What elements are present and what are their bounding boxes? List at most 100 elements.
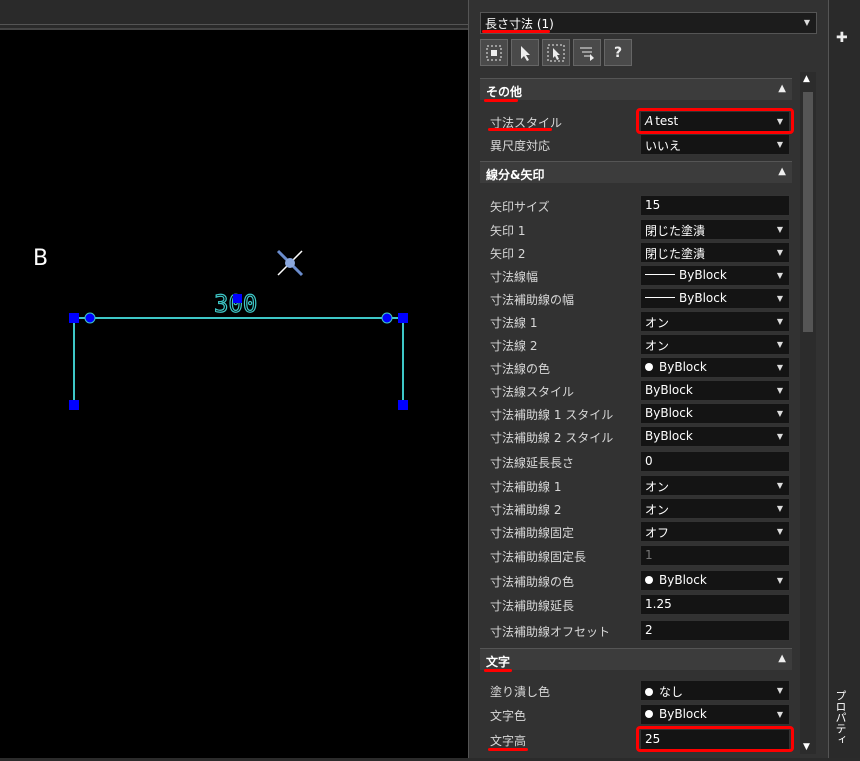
prop-value: 1: [645, 548, 653, 562]
grip-top-left[interactable]: [69, 313, 79, 323]
prop-row-ext-color[interactable]: 寸法補助線の色 ByBlock ▼: [480, 569, 792, 592]
prop-label: 寸法補助線の幅: [490, 293, 575, 307]
section-header-lines[interactable]: 線分&矢印 ▲: [480, 161, 792, 183]
grip-bottom-right[interactable]: [398, 400, 408, 410]
ext-line1-select[interactable]: オン ▼: [640, 475, 790, 496]
app-window: B 300 長さ寸法 (1) ▼ ? ▲ ▼ その他 ▲ 寸法スタイル A te…: [0, 0, 860, 758]
prop-row-ext-line2-style[interactable]: 寸法補助線 2 スタイル ByBlock ▼: [480, 425, 792, 448]
prop-row-arrow-size[interactable]: 矢印サイズ 15: [480, 194, 792, 217]
quick-select-button[interactable]: [480, 39, 508, 66]
dim-line-style-select[interactable]: ByBlock ▼: [640, 380, 790, 401]
drawing-canvas[interactable]: B 300: [0, 30, 468, 758]
prop-label: 文字色: [490, 709, 527, 723]
ext-fixed-select[interactable]: オフ ▼: [640, 521, 790, 542]
pin-icon[interactable]: ✚: [836, 30, 848, 46]
dim-line2-select[interactable]: オン ▼: [640, 334, 790, 355]
prop-row-text-color[interactable]: 文字色 ByBlock ▼: [480, 703, 792, 726]
properties-tab[interactable]: プロパティ: [832, 690, 848, 745]
cursor-arrow-icon: [521, 45, 530, 61]
prop-row-ext-line-weight[interactable]: 寸法補助線の幅 ByBlock ▼: [480, 287, 792, 310]
selection-label: 長さ寸法 (1): [485, 17, 554, 31]
arrow-grip-left[interactable]: [84, 312, 96, 324]
ext-line2-select[interactable]: オン ▼: [640, 498, 790, 519]
prop-value: ByBlock: [679, 291, 727, 305]
fill-color-select[interactable]: なし ▼: [640, 680, 790, 701]
ext-extension-input[interactable]: 1.25: [640, 594, 790, 615]
color-swatch-icon: [645, 363, 653, 371]
prop-value: ByBlock: [645, 383, 693, 397]
section-header-text[interactable]: 文字 ▲: [480, 648, 792, 670]
filter-icon: [580, 47, 594, 61]
prop-row-dim-line-style[interactable]: 寸法線スタイル ByBlock ▼: [480, 379, 792, 402]
chevron-down-icon: ▼: [776, 225, 783, 234]
text-color-select[interactable]: ByBlock ▼: [640, 704, 790, 725]
prop-row-arrow2[interactable]: 矢印 2 閉じた塗潰 ▼: [480, 241, 792, 264]
prop-row-dim-line1[interactable]: 寸法線 1 オン ▼: [480, 310, 792, 333]
prop-row-arrow1[interactable]: 矢印 1 閉じた塗潰 ▼: [480, 218, 792, 241]
ext-line1-style-select[interactable]: ByBlock ▼: [640, 403, 790, 424]
prop-label: 寸法補助線固定長: [490, 550, 587, 564]
prop-row-annotative[interactable]: 異尺度対応 いいえ ▼: [480, 133, 792, 156]
prop-label: 寸法補助線オフセット: [490, 625, 611, 639]
ext-color-select[interactable]: ByBlock ▼: [640, 570, 790, 591]
prop-label: 寸法線 1: [490, 316, 538, 330]
chevron-down-icon: ▼: [776, 686, 783, 695]
prop-row-ext-fixed[interactable]: 寸法補助線固定 オフ ▼: [480, 520, 792, 543]
prop-label: 寸法補助線の色: [490, 575, 575, 589]
ext-line2-style-select[interactable]: ByBlock ▼: [640, 426, 790, 447]
panel-scrollbar[interactable]: ▲ ▼: [800, 72, 816, 754]
arrow2-select[interactable]: 閉じた塗潰 ▼: [640, 242, 790, 263]
chevron-down-icon: ▼: [776, 271, 783, 280]
section-header-other[interactable]: その他 ▲: [480, 78, 792, 100]
prop-value: ByBlock: [645, 429, 693, 443]
grip-top-right[interactable]: [398, 313, 408, 323]
ext-line-weight-select[interactable]: ByBlock ▼: [640, 288, 790, 309]
prop-row-fill-color[interactable]: 塗り潰し色 なし ▼: [480, 679, 792, 702]
prop-row-ext-line1-style[interactable]: 寸法補助線 1 スタイル ByBlock ▼: [480, 402, 792, 425]
color-swatch-icon: [645, 688, 653, 696]
chevron-down-icon: ▼: [776, 363, 783, 372]
prop-value: なし: [659, 685, 684, 699]
chevron-down-icon: ▼: [776, 317, 783, 326]
annotative-select[interactable]: いいえ ▼: [640, 134, 790, 155]
prop-row-ext-fixed-len[interactable]: 寸法補助線固定長 1: [480, 544, 792, 567]
prop-row-dim-line-color[interactable]: 寸法線の色 ByBlock ▼: [480, 356, 792, 379]
text-grip[interactable]: [233, 294, 242, 303]
scrollbar-thumb[interactable]: [803, 92, 813, 332]
prop-row-ext-extension[interactable]: 寸法補助線延長 1.25: [480, 593, 792, 616]
dim-line1-select[interactable]: オン ▼: [640, 311, 790, 332]
prop-row-ext-offset[interactable]: 寸法補助線オフセット 2: [480, 619, 792, 642]
select-objects-button[interactable]: [511, 39, 539, 66]
dim-line-weight-select[interactable]: ByBlock ▼: [640, 265, 790, 286]
chevron-down-icon: ▼: [776, 340, 783, 349]
prop-row-ext-line2[interactable]: 寸法補助線 2 オン ▼: [480, 497, 792, 520]
prop-value: オン: [645, 339, 670, 353]
grip-bottom-left[interactable]: [69, 400, 79, 410]
arrow1-select[interactable]: 閉じた塗潰 ▼: [640, 219, 790, 240]
highlight-underline-text: [484, 669, 512, 672]
prop-row-dim-line-ext[interactable]: 寸法線延長長さ 0: [480, 450, 792, 473]
prop-value: オン: [645, 480, 670, 494]
collapse-caret-icon[interactable]: ▲: [778, 83, 786, 94]
prop-row-ext-line1[interactable]: 寸法補助線 1 オン ▼: [480, 474, 792, 497]
prop-label: 矢印 2: [490, 247, 526, 261]
prop-value: 2: [645, 623, 653, 637]
dim-line-ext-input[interactable]: 0: [640, 451, 790, 472]
scroll-down-icon[interactable]: ▼: [803, 742, 810, 752]
collapse-caret-icon[interactable]: ▲: [778, 653, 786, 664]
prop-row-dim-line2[interactable]: 寸法線 2 オン ▼: [480, 333, 792, 356]
prop-label: 塗り潰し色: [490, 685, 551, 699]
filter-button[interactable]: [573, 39, 601, 66]
toggle-pickadd-button[interactable]: [542, 39, 570, 66]
prop-label: 寸法補助線固定: [490, 526, 575, 540]
arrow-size-input[interactable]: 15: [640, 195, 790, 216]
help-button[interactable]: ?: [604, 39, 632, 66]
prop-row-dim-line-weight[interactable]: 寸法線幅 ByBlock ▼: [480, 264, 792, 287]
section-title: 線分&矢印: [486, 168, 545, 182]
collapse-caret-icon[interactable]: ▲: [778, 166, 786, 177]
dim-line-color-select[interactable]: ByBlock ▼: [640, 357, 790, 378]
arrow-grip-right[interactable]: [381, 312, 393, 324]
scroll-up-icon[interactable]: ▲: [803, 74, 810, 84]
ext-offset-input[interactable]: 2: [640, 620, 790, 641]
lineweight-icon: [645, 274, 675, 275]
